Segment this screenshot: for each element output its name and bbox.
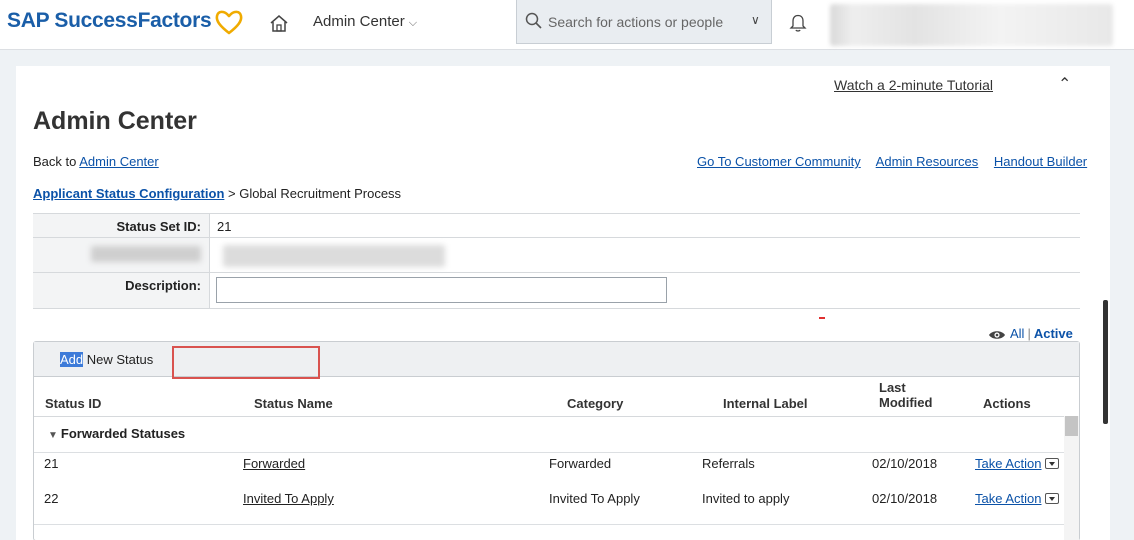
back-prefix: Back to: [33, 154, 80, 169]
grid-toolbar: Add New Status: [34, 342, 1079, 379]
row-divider: [34, 452, 1064, 453]
red-mark: [819, 317, 825, 319]
row-1-status-name-link[interactable]: Forwarded: [243, 456, 305, 471]
column-last-modified[interactable]: Last Modified: [879, 380, 932, 410]
view-active-link[interactable]: Active: [1034, 326, 1073, 341]
admin-center-menu-label: Admin Center: [313, 13, 405, 30]
redacted-value: [223, 245, 445, 267]
column-last-modified-line2: Modified: [879, 395, 933, 410]
description-field[interactable]: [216, 277, 667, 303]
column-status-name[interactable]: Status Name: [254, 396, 333, 411]
column-last-modified-line1: Last: [879, 380, 906, 395]
add-new-status-button[interactable]: Add New Status: [60, 352, 153, 367]
row-1-take-action-label: Take Action: [975, 456, 1042, 471]
chevron-down-icon: ⌵: [408, 17, 418, 29]
row-2-last-modified: 02/10/2018: [872, 491, 938, 506]
label-cell: Status Set ID:: [33, 214, 210, 237]
row-2-status-id: 22: [44, 491, 59, 506]
column-status-id[interactable]: Status ID: [45, 396, 101, 411]
row-divider: [34, 524, 1064, 525]
search-scope-dropdown[interactable]: ∨: [742, 0, 772, 44]
top-links: Go To Customer Community Admin Resources…: [697, 154, 1087, 169]
column-category[interactable]: Category: [567, 396, 623, 411]
breadcrumb-current: > Global Recruitment Process: [224, 186, 402, 201]
view-all-link[interactable]: All: [1010, 326, 1024, 341]
group-label: Forwarded Statuses: [60, 426, 186, 441]
column-internal-label[interactable]: Internal Label: [723, 396, 808, 411]
row-2-status-name-link[interactable]: Invited To Apply: [243, 491, 334, 506]
column-actions: Actions: [983, 396, 1031, 411]
breadcrumb: Applicant Status Configuration > Global …: [33, 186, 401, 201]
search-input[interactable]: Search for actions or people: [516, 0, 743, 44]
row-2-internal-label: Invited to apply: [702, 491, 790, 506]
add-status-label: New Status: [83, 352, 154, 367]
status-set-id-value: 21: [217, 219, 232, 234]
page-scrollbar[interactable]: [1103, 300, 1108, 424]
tutorial-link[interactable]: Watch a 2-minute Tutorial: [834, 77, 993, 93]
row-2-take-action-label: Take Action: [975, 491, 1042, 506]
back-to-link-row: Back to Admin Center: [33, 154, 159, 169]
status-grid: Add New Status Status ID Status Name Cat…: [33, 341, 1080, 540]
add-highlight: Add: [60, 352, 84, 367]
scrollbar-thumb[interactable]: [1065, 416, 1078, 436]
bell-icon[interactable]: [787, 11, 809, 33]
view-toggle: All | Active: [988, 326, 1073, 341]
group-forwarded-statuses[interactable]: ▼ Forwarded Statuses: [48, 426, 185, 441]
back-to-admin-center-link[interactable]: Admin Center: [79, 154, 158, 169]
customer-community-link[interactable]: Go To Customer Community: [697, 154, 861, 169]
label-cell: Description:: [33, 273, 210, 308]
heart-icon: [215, 10, 243, 35]
dropdown-arrow-icon[interactable]: [1044, 458, 1059, 470]
dropdown-arrow-icon[interactable]: [1044, 493, 1059, 505]
description-label: Description:: [125, 278, 201, 293]
view-toggle-separator: |: [1027, 326, 1031, 341]
brand-logo[interactable]: SAP SuccessFactors: [7, 9, 212, 33]
status-set-id-label: Status Set ID:: [116, 219, 201, 234]
home-icon[interactable]: [268, 12, 290, 34]
status-set-id-row: Status Set ID: 21: [33, 213, 1080, 237]
admin-resources-link[interactable]: Admin Resources: [876, 154, 979, 169]
redacted-label: [91, 246, 201, 262]
row-1-last-modified: 02/10/2018: [872, 456, 938, 471]
row-2-take-action-link[interactable]: Take Action: [975, 491, 1059, 506]
chevron-down-icon: ∨: [751, 13, 760, 27]
page-title: Admin Center: [33, 107, 197, 135]
search-icon: [525, 12, 542, 29]
row-1-take-action-link[interactable]: Take Action: [975, 456, 1059, 471]
expand-triangle-icon: ▼: [48, 430, 58, 441]
redacted-row: [33, 237, 1080, 272]
eye-icon: [989, 330, 1005, 339]
row-1-internal-label: Referrals: [702, 456, 755, 471]
row-2-category: Invited To Apply: [549, 491, 640, 506]
header-divider: [34, 416, 1064, 417]
annotation-box: [172, 346, 320, 379]
collapse-chevron-icon[interactable]: ⌃: [1058, 74, 1071, 94]
search-placeholder: Search for actions or people: [548, 14, 724, 30]
admin-center-menu[interactable]: Admin Center ⌵: [313, 13, 417, 30]
row-1-category: Forwarded: [549, 456, 612, 471]
row-1-status-id: 21: [44, 456, 59, 471]
user-profile-redacted[interactable]: [830, 4, 1113, 46]
breadcrumb-applicant-status-link[interactable]: Applicant Status Configuration: [33, 186, 224, 201]
handout-builder-link[interactable]: Handout Builder: [994, 154, 1087, 169]
